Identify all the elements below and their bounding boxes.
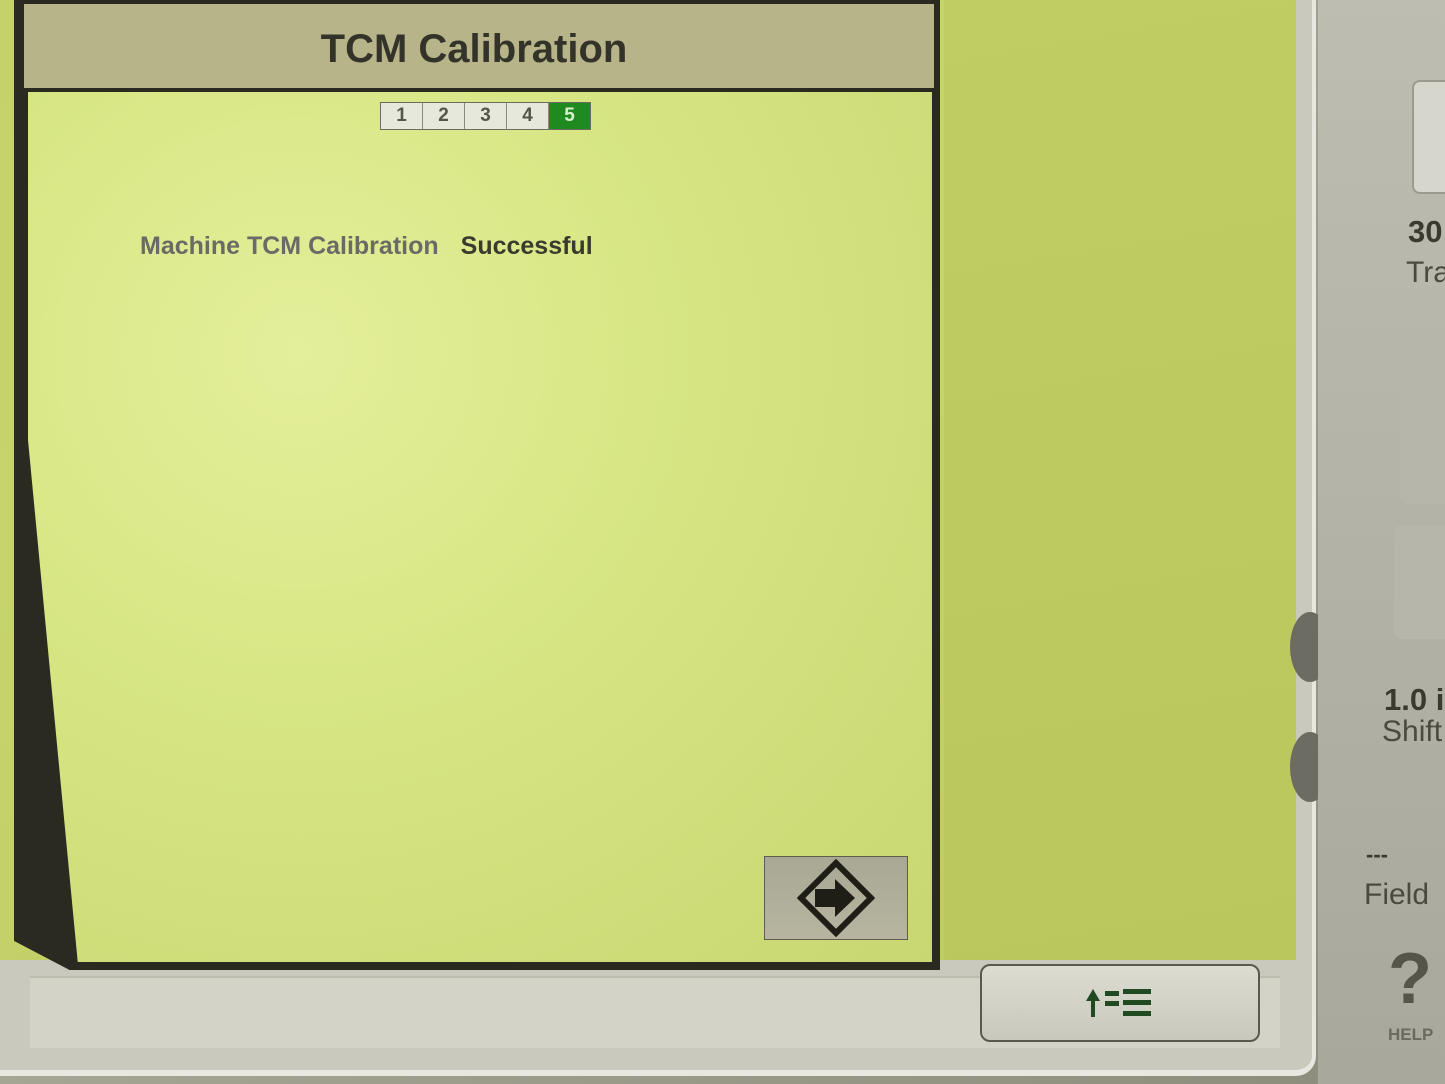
arrow-right-diamond-icon [797,859,875,937]
status-value: Successful [460,232,593,260]
side-item-1-value: 30 [1408,214,1443,249]
up-arrow-list-icon [1086,989,1151,1017]
step-3: 3 [465,103,507,129]
step-indicator: 1 2 3 4 5 [380,102,591,130]
menu-button[interactable] [980,964,1260,1042]
step-5: 5 [549,103,590,129]
side-item-2-value: 1.0 i [1384,682,1445,717]
side-item-2-label: Shift [1382,715,1443,748]
side-panel: 30 Tra 1.0 i Shift --- Field ? HELP [1318,0,1445,1084]
next-button[interactable] [764,856,908,940]
dialog-body [28,92,932,962]
side-item-3-value: --- [1366,842,1388,867]
calibration-status: Machine TCM Calibration Successful [140,232,593,261]
dialog-title: TCM Calibration [320,26,628,71]
side-card-middle-1[interactable] [1400,386,1445,504]
side-item-1-label: Tra [1406,256,1445,289]
step-2: 2 [423,103,465,129]
step-1: 1 [381,103,423,129]
side-card-top[interactable] [1412,80,1445,194]
help-label: HELP [1388,1025,1434,1044]
side-card-middle-2[interactable] [1394,525,1445,639]
right-pane [944,0,1296,960]
display-screen: TCM Calibration 1 2 3 4 5 Machine TCM Ca… [0,0,1316,1076]
side-item-3-label: Field [1364,878,1430,911]
help-icon[interactable]: ? [1388,938,1432,1020]
step-4: 4 [507,103,549,129]
status-label: Machine TCM Calibration [140,232,439,260]
dialog-header: TCM Calibration [24,4,934,91]
